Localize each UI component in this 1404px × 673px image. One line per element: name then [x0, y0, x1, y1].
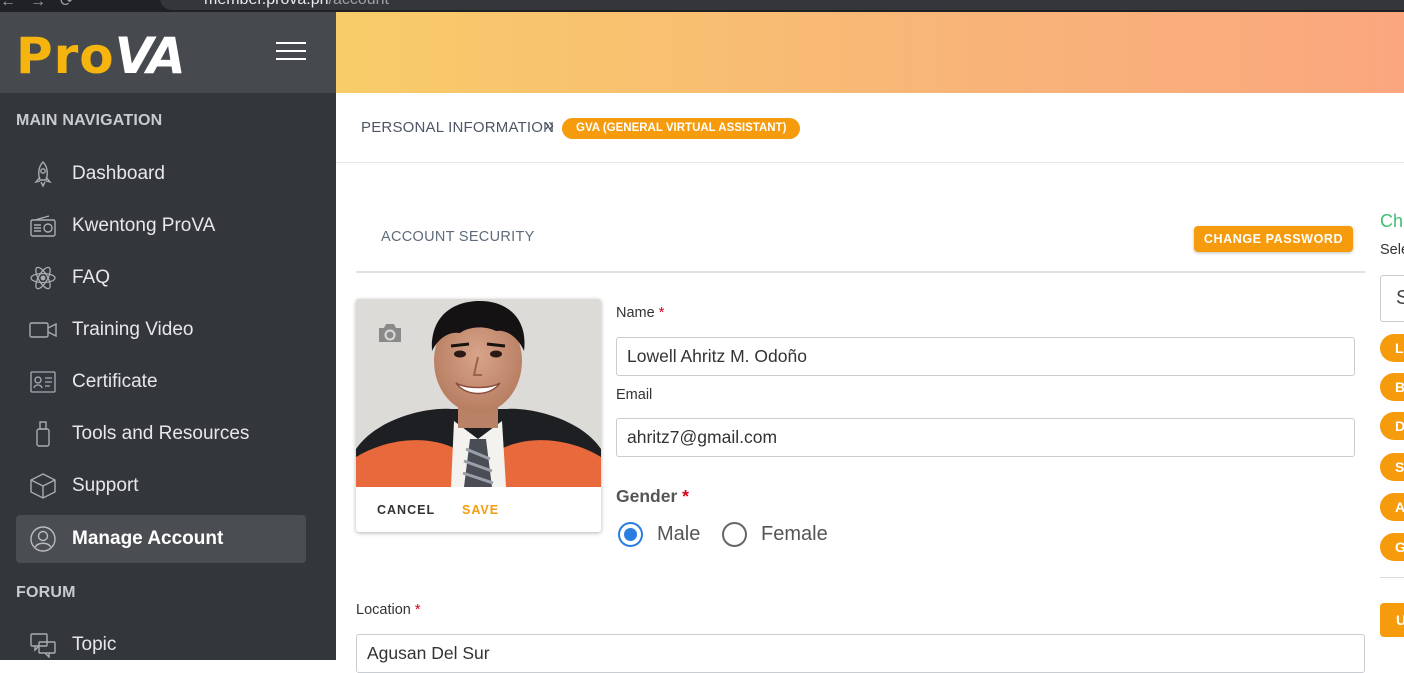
email-label: Email [616, 387, 653, 403]
sidebar-item-label: Manage Account [72, 528, 224, 549]
sidebar-item-topic[interactable]: Topic [16, 621, 306, 669]
sidebar-item-label: Dashboard [72, 163, 165, 184]
photo-save-button[interactable]: SAVE [462, 503, 499, 517]
browser-toolbar: ←→⟳ member.prova.ph/account [0, 0, 1404, 12]
skill-chip[interactable]: A [1380, 493, 1404, 521]
sidebar-item-training-video[interactable]: Training Video [16, 306, 306, 354]
skill-chip[interactable]: B [1380, 373, 1404, 401]
skill-chip[interactable]: S [1380, 453, 1404, 481]
right-panel-subtitle: Sele [1380, 242, 1404, 258]
gender-radio-female[interactable]: Female [722, 522, 828, 547]
sidebar-item-label: FAQ [72, 267, 111, 288]
sidebar-item-label: Tools and Resources [72, 423, 250, 444]
gender-radio-male[interactable]: Male [618, 522, 700, 547]
sidebar-item-kwentong-prova[interactable]: Kwentong ProVA [16, 202, 306, 250]
email-field[interactable]: ahritz7@gmail.com [616, 418, 1355, 457]
page-title: PERSONAL INFORMATION [361, 119, 555, 136]
account-security-title: ACCOUNT SECURITY [381, 229, 535, 245]
right-panel-divider [1380, 577, 1404, 578]
breadcrumb: PERSONAL INFORMATION » GVA (GENERAL VIRT… [336, 93, 1404, 163]
sidebar-item-manage-account[interactable]: Manage Account [16, 515, 306, 563]
sidebar: ProVA MAIN NAVIGATION Dashboard Kwentong… [0, 12, 336, 660]
sidebar-item-faq[interactable]: FAQ [16, 254, 306, 302]
main-navigation-heading: MAIN NAVIGATION [16, 112, 163, 129]
box-icon [28, 473, 58, 499]
sidebar-item-dashboard[interactable]: Dashboard [16, 150, 306, 198]
camera-icon[interactable] [376, 321, 404, 350]
photo-cancel-button[interactable]: CANCEL [377, 503, 435, 517]
gender-label: Gender * [616, 486, 689, 506]
radio-icon [28, 213, 58, 239]
radio-button[interactable] [618, 522, 643, 547]
atom-icon [28, 265, 58, 291]
address-bar-url[interactable]: member.prova.ph/account [204, 0, 389, 9]
sidebar-item-tools-and-resources[interactable]: Tools and Resources [16, 410, 306, 458]
usb-drive-icon [28, 421, 58, 447]
right-panel-title: Ch [1380, 211, 1404, 231]
sidebar-item-support[interactable]: Support [16, 462, 306, 510]
menu-toggle-icon[interactable] [276, 42, 306, 62]
chat-bubbles-icon [28, 632, 58, 658]
profile-photo[interactable] [356, 299, 601, 487]
profile-photo-card: CANCEL SAVE [356, 299, 601, 532]
rocket-icon [28, 161, 58, 188]
skill-chip[interactable]: G [1380, 533, 1404, 561]
radio-button[interactable] [722, 522, 747, 547]
location-field[interactable]: Agusan Del Sur [356, 634, 1365, 673]
gender-option-label: Male [657, 523, 701, 545]
sidebar-header: ProVA [0, 12, 336, 93]
user-circle-icon [28, 526, 58, 552]
skill-chip[interactable]: L [1380, 334, 1404, 362]
prova-logo[interactable]: ProVA [16, 30, 186, 82]
sidebar-item-label: Topic [72, 634, 117, 655]
name-label: Name * [616, 305, 665, 321]
sidebar-item-label: Certificate [72, 371, 158, 392]
breadcrumb-separator: » [544, 115, 555, 135]
section-divider [356, 271, 1365, 273]
right-panel-select[interactable]: S [1380, 275, 1404, 322]
sidebar-item-label: Training Video [72, 319, 194, 340]
sidebar-item-label: Support [72, 475, 139, 496]
name-field[interactable]: Lowell Ahritz M. Odoño [616, 337, 1355, 376]
video-camera-icon [28, 317, 58, 343]
certificate-icon [28, 369, 58, 395]
browser-nav-icons[interactable]: ←→⟳ [0, 0, 87, 11]
location-label: Location * [356, 602, 421, 618]
role-badge: GVA (GENERAL VIRTUAL ASSISTANT) [562, 118, 801, 139]
sidebar-item-label: Kwentong ProVA [72, 215, 216, 236]
skill-chip[interactable]: D [1380, 412, 1404, 440]
gender-option-label: Female [761, 523, 828, 545]
forum-heading: FORUM [16, 584, 76, 601]
sidebar-item-certificate[interactable]: Certificate [16, 358, 306, 406]
change-password-button[interactable]: CHANGE PASSWORD [1194, 226, 1353, 252]
right-panel-button[interactable]: U [1380, 603, 1404, 637]
header-banner [336, 12, 1404, 93]
